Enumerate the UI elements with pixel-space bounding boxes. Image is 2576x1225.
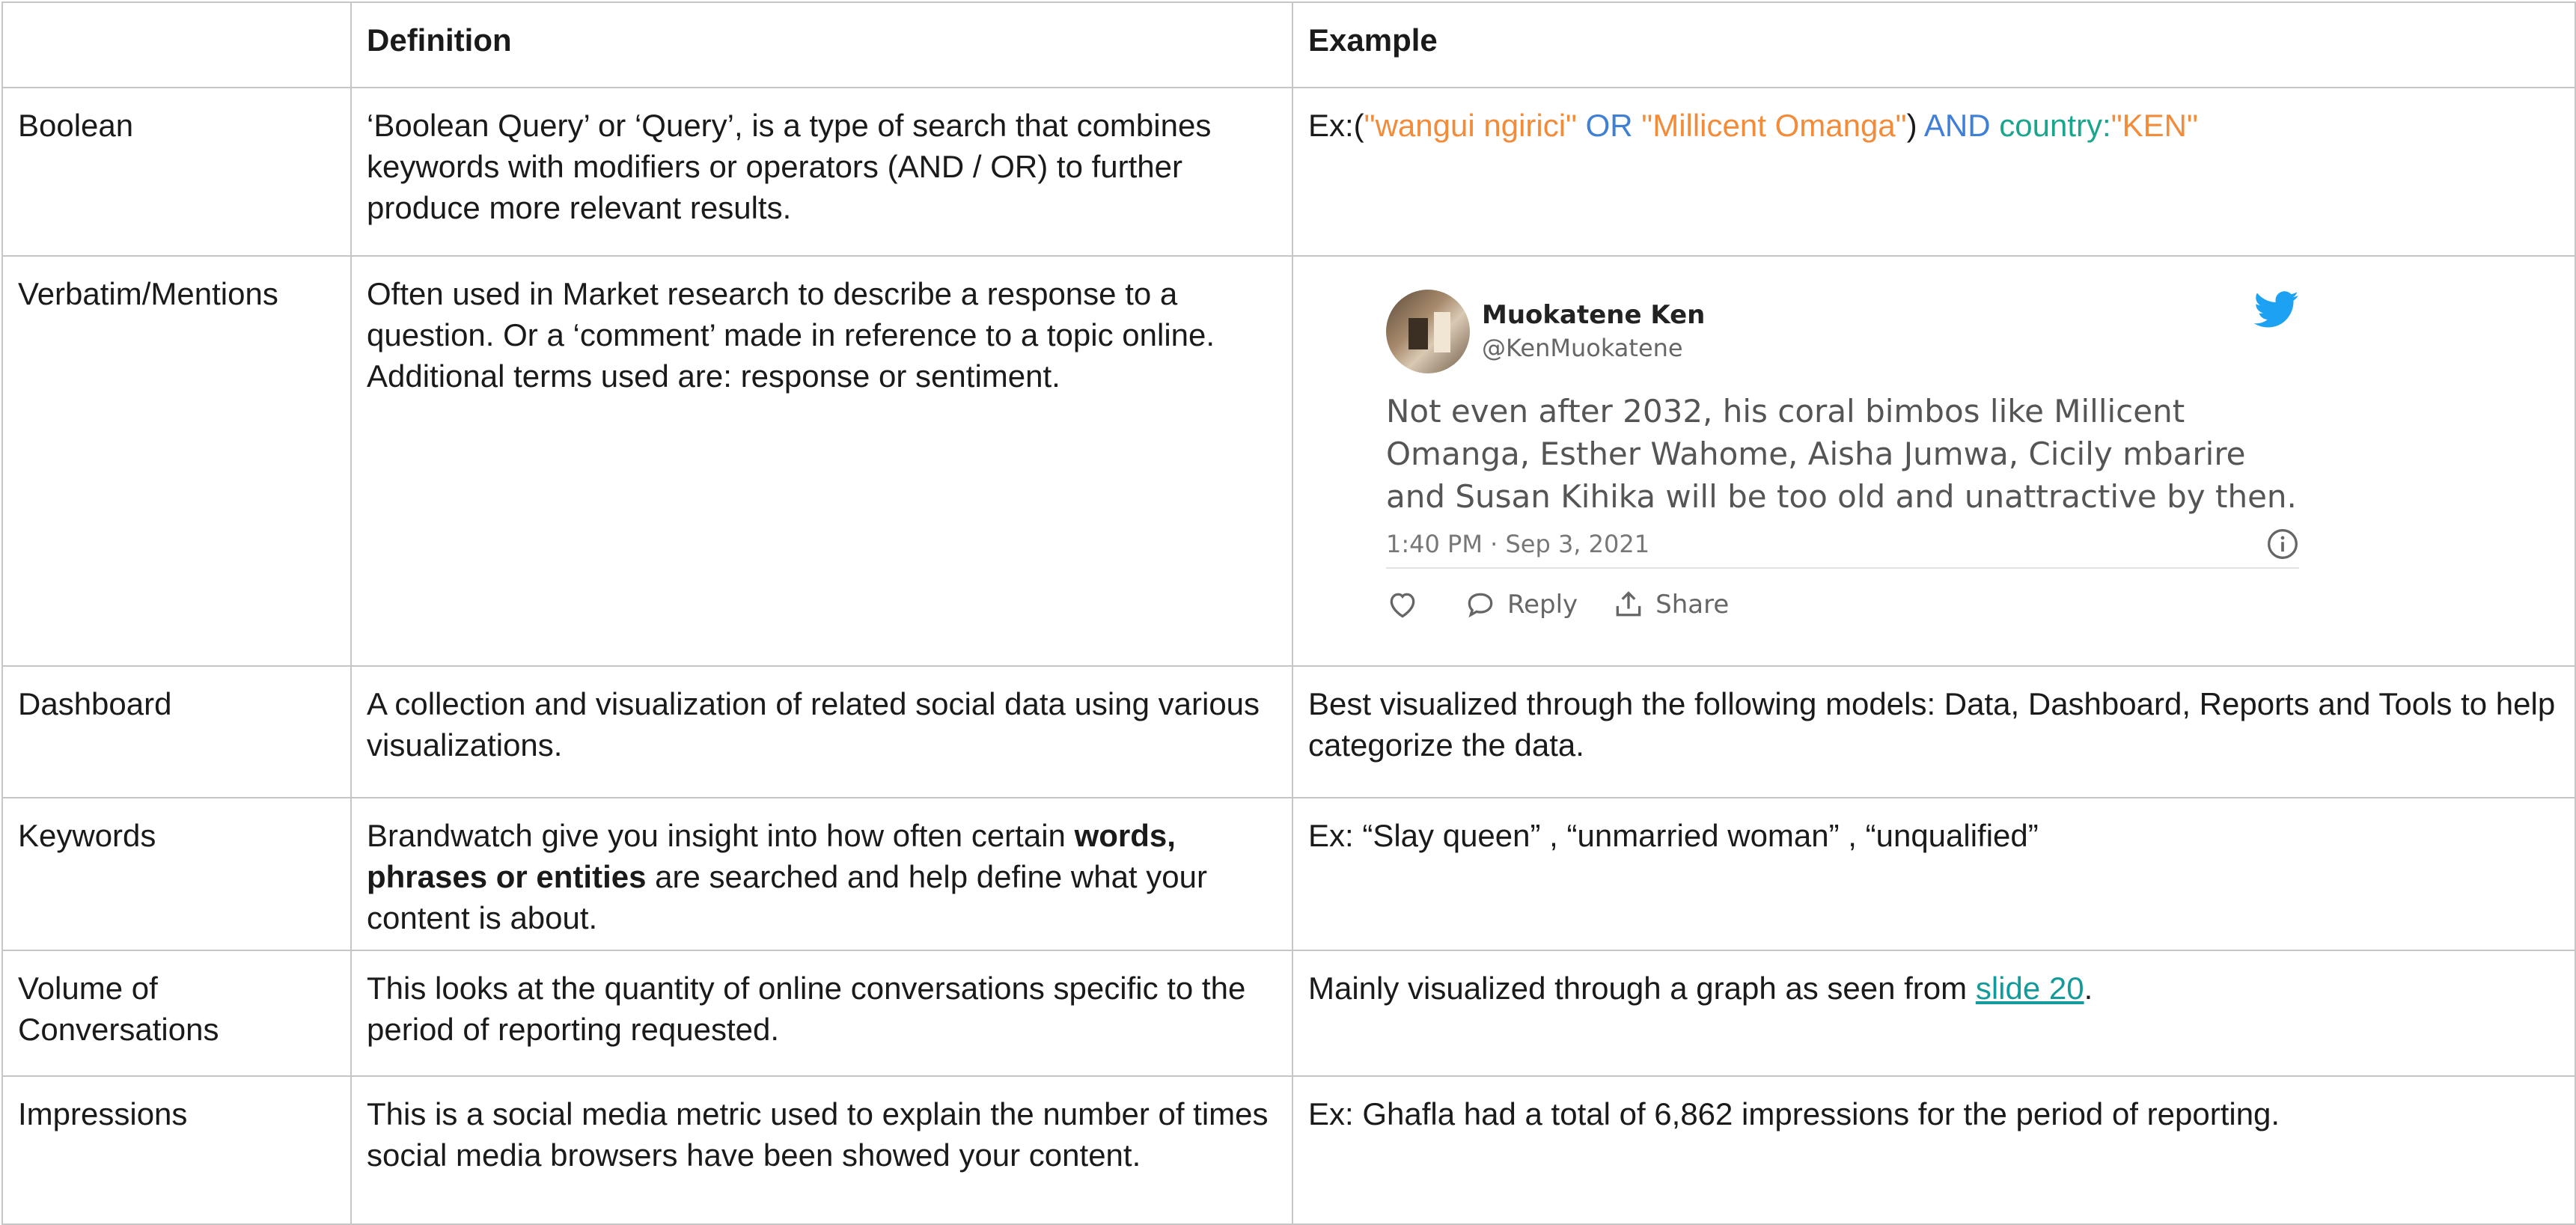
tweet-display-name[interactable]: Muokatene Ken (1482, 299, 1705, 332)
term-verbatim: Verbatim/Mentions (1, 255, 352, 667)
query-prefix: Ex:( (1308, 108, 1364, 143)
share-icon (1616, 591, 1641, 617)
header-example: Example (1292, 1, 2576, 88)
definition-boolean: ‘Boolean Query’ or ‘Query’, is a type of… (350, 87, 1293, 257)
example-impressions: Ex: Ghafla had a total of 6,862 impressi… (1292, 1075, 2576, 1225)
query-term-2: "Millicent Omanga" (1641, 108, 1907, 143)
query-operator-or: OR (1576, 108, 1642, 143)
example-volume-before: Mainly visualized through a graph as see… (1308, 971, 1976, 1006)
tweet-header: Muokatene Ken @KenMuokatene (1386, 287, 2299, 376)
definition-impressions: This is a social media metric used to ex… (350, 1075, 1293, 1225)
query-operator-and: AND (1923, 108, 2000, 143)
avatar[interactable] (1386, 290, 1470, 373)
share-button[interactable]: Share (1612, 584, 1729, 626)
example-volume-after: . (2084, 971, 2093, 1006)
tweet-card: Muokatene Ken @KenMuokatene Not even aft… (1386, 287, 2299, 641)
example-keywords: Ex: “Slay queen” , “unmarried woman” , “… (1292, 797, 2576, 951)
glossary-table: Definition Example Boolean ‘Boolean Quer… (1, 1, 2576, 1225)
table-row-keywords: Keywords Brandwatch give you insight int… (1, 797, 2576, 951)
reply-label: Reply (1507, 589, 1578, 620)
share-label: Share (1655, 589, 1730, 620)
tweet-actions: Reply Share (1386, 569, 2299, 641)
example-dashboard: Best visualized through the following mo… (1292, 665, 2576, 798)
example-verbatim: Muokatene Ken @KenMuokatene Not even aft… (1292, 255, 2576, 667)
definition-verbatim: Often used in Market research to describ… (350, 255, 1293, 667)
tweet-text: Not even after 2032, his coral bimbos li… (1386, 393, 2297, 515)
term-keywords: Keywords (1, 797, 352, 951)
query-term-1: "wangui ngirici" (1364, 108, 1577, 143)
reply-button[interactable]: Reply (1464, 584, 1578, 626)
example-boolean: Ex:("wangui ngirici" OR "Millicent Omang… (1292, 87, 2576, 257)
header-term (1, 1, 352, 88)
query-close-paren: ) (1906, 108, 1924, 143)
twitter-bird-icon[interactable] (2254, 291, 2299, 329)
header-definition: Definition (350, 1, 1293, 88)
slide-20-link[interactable]: slide 20 (1976, 971, 2084, 1006)
term-volume: Volume of Conversations (1, 950, 352, 1077)
like-button[interactable] (1386, 588, 1429, 621)
term-dashboard: Dashboard (1, 665, 352, 798)
definition-keywords: Brandwatch give you insight into how oft… (350, 797, 1293, 951)
table-row-boolean: Boolean ‘Boolean Query’ or ‘Query’, is a… (1, 87, 2576, 257)
definition-dashboard: A collection and visualization of relate… (350, 665, 1293, 798)
table-row-dashboard: Dashboard A collection and visualization… (1, 665, 2576, 798)
info-icon[interactable] (2266, 528, 2299, 560)
tweet-handle[interactable]: @KenMuokatene (1482, 332, 1705, 364)
tweet-timestamp[interactable]: 1:40 PM · Sep 3, 2021 (1386, 524, 1649, 565)
example-volume: Mainly visualized through a graph as see… (1292, 950, 2576, 1077)
term-boolean: Boolean (1, 87, 352, 257)
term-impressions: Impressions (1, 1075, 352, 1225)
query-value-ken: "KEN" (2110, 108, 2198, 143)
query-field-country: country: (1999, 108, 2111, 143)
table-row-verbatim: Verbatim/Mentions Often used in Market r… (1, 255, 2576, 667)
table-row-impressions: Impressions This is a social media metri… (1, 1075, 2576, 1225)
reply-bubble-icon (1468, 593, 1493, 618)
heart-icon (1390, 593, 1415, 618)
header-row: Definition Example (1, 1, 2576, 88)
table-row-volume: Volume of Conversations This looks at th… (1, 950, 2576, 1077)
definition-keywords-before: Brandwatch give you insight into how oft… (367, 818, 1075, 853)
definition-volume: This looks at the quantity of online con… (350, 950, 1293, 1077)
